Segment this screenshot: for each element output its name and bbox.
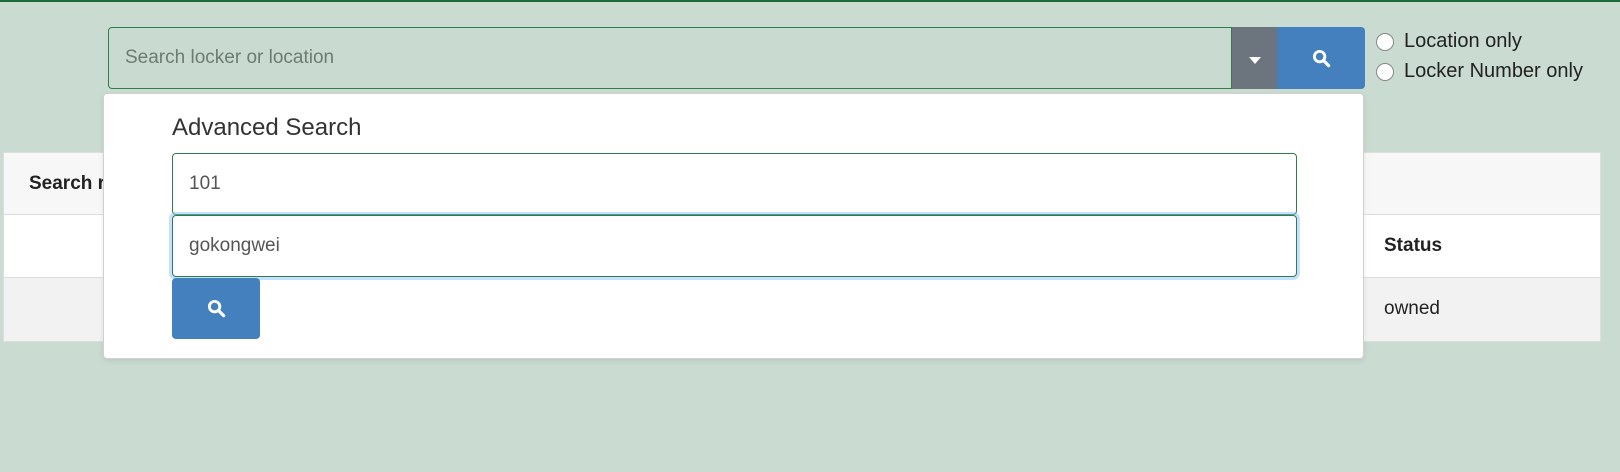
advanced-search-submit-button[interactable] bbox=[172, 278, 260, 339]
locker-number-only-radio[interactable]: Locker Number only bbox=[1376, 60, 1583, 83]
locker-number-only-label: Locker Number only bbox=[1404, 60, 1583, 82]
status-column-header: Status bbox=[1384, 235, 1443, 256]
search-button[interactable] bbox=[1277, 27, 1365, 89]
advanced-search-toggle-button[interactable] bbox=[1232, 27, 1277, 89]
location-only-radio[interactable]: Location only bbox=[1376, 30, 1522, 53]
location-input[interactable] bbox=[172, 215, 1297, 277]
locker-number-input[interactable] bbox=[172, 153, 1297, 215]
results-heading-text: Search r bbox=[29, 173, 106, 194]
location-only-label: Location only bbox=[1404, 30, 1522, 52]
advanced-search-dropdown: Advanced Search bbox=[103, 93, 1364, 359]
search-input[interactable] bbox=[108, 27, 1232, 89]
search-icon bbox=[207, 299, 225, 318]
radio-circle[interactable] bbox=[1376, 32, 1394, 51]
search-icon bbox=[1312, 49, 1330, 67]
radio-circle[interactable] bbox=[1376, 62, 1394, 81]
advanced-search-title: Advanced Search bbox=[172, 114, 362, 141]
status-cell: owned bbox=[1384, 298, 1440, 319]
top-accent-border bbox=[0, 0, 1620, 2]
caret-down-icon bbox=[1248, 56, 1261, 64]
